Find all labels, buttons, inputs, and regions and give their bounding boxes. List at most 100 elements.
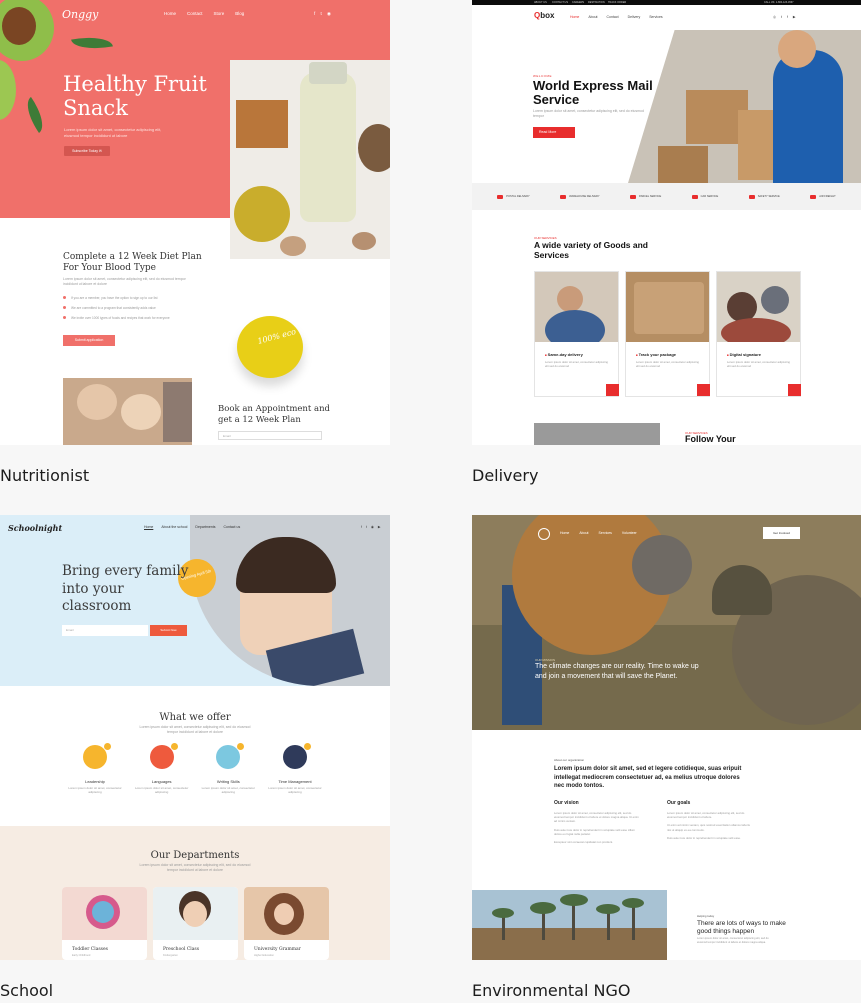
nav-item: Contact (187, 11, 203, 16)
goals-text: Lorem ipsum dolor sit amet, consectetur … (667, 811, 745, 820)
department-sub: Higher Education (254, 954, 274, 957)
hero-button: Submit Now (150, 625, 187, 636)
hero-button: Subscribe Today ✉ (64, 146, 110, 156)
top-bar-item: DESTINATION (588, 1, 605, 4)
template-card-school[interactable]: Schoolnight Home About the school Depart… (0, 515, 390, 1003)
department-cards: Toddler Classes Early Childhood Preschoo… (62, 887, 329, 960)
nav-item: Delivery (627, 15, 641, 19)
nav-item: Home (560, 531, 570, 535)
nav-item: Home (570, 15, 580, 19)
offer-subtitle: Lorem ipsum dolor sit amet, consectetur … (139, 725, 251, 734)
feature-name: Writing Skills (216, 779, 240, 784)
logo-text: box (540, 11, 555, 20)
top-nav: Home About the school Departments Contac… (144, 525, 240, 529)
feature-list: Leadership Lorem ipsum dolor sit amet, c… (62, 743, 328, 794)
template-title[interactable]: Delivery (472, 466, 538, 485)
template-preview-nutritionist[interactable]: Onggy Home Contact Store Blog f t ◉ Heal… (0, 0, 390, 445)
nav-item: About the school (161, 525, 188, 529)
help-title: There are lots of ways to make good thin… (697, 920, 786, 935)
goals-title: Our goals (667, 800, 691, 806)
fruit-label: 100% eco (256, 327, 297, 346)
service-item: CAR SERVICE (691, 194, 718, 199)
truck-icon (497, 194, 504, 199)
service-item: POSTAL DELIVERY (497, 194, 530, 199)
warehouse-icon (560, 194, 567, 199)
template-preview-school[interactable]: Schoolnight Home About the school Depart… (0, 515, 390, 960)
section-title: A wide variety of Goods and Services (534, 240, 648, 260)
clock-icon (282, 743, 311, 769)
car-icon (691, 194, 698, 199)
nav-item: Volunteer (621, 531, 637, 535)
about-lead: Lorem ipsum dolor sit amet, sed et leger… (554, 766, 742, 789)
template-title[interactable]: Environmental NGO (472, 981, 630, 1000)
departments-title: Our Departments (150, 850, 240, 861)
top-nav: Home About Contact Delivery Services (570, 15, 663, 19)
top-bar-phone: CALL US: 1-800-123-4567 (764, 1, 794, 4)
service-card: Digital signature Lorem ipsum dolor sit … (716, 271, 801, 397)
hero-subtitle: Lorem ipsum dolor sit amet, consectetur … (533, 109, 644, 118)
template-title[interactable]: School (0, 981, 53, 1000)
card-title: Track your package (636, 352, 676, 357)
department-card: Preschool Class Kindergarten (153, 887, 238, 960)
template-preview-delivery[interactable]: ABOUT US CONTACT US CAREERS DESTINATION … (472, 0, 861, 445)
help-text: Lorem ipsum dolor sit amet, consectetur … (697, 937, 769, 944)
top-bar-item: CAREERS (572, 1, 585, 4)
smoothie-photo (230, 60, 390, 259)
department-sub: Early Childhood (72, 954, 91, 957)
template-card-nutritionist[interactable]: Onggy Home Contact Store Blog f t ◉ Heal… (0, 0, 390, 490)
hero-quote: The climate changes are our reality. Tim… (535, 663, 699, 680)
email-field: Email (62, 625, 148, 636)
follow-title: Follow Your (685, 434, 736, 444)
nav-item: About (588, 15, 598, 19)
service-card: Track your package Lorem ipsum dolor sit… (625, 271, 710, 397)
plan-title: Complete a 12 Week Diet Plan For Your Bl… (63, 252, 202, 273)
vision-title: Our vision (554, 800, 579, 806)
plan-text: Lorem ipsum dolor sit amet, consectetur … (63, 277, 186, 286)
vision-text: Excepteur sint occaecat cupidatat non pr… (554, 840, 613, 845)
goals-text: Duis aute irure dolor in reprehenderit i… (667, 835, 741, 840)
help-kicker: Helping today (697, 914, 715, 918)
template-preview-environmental-ngo[interactable]: Home About Services Volunteer Get Involv… (472, 515, 861, 960)
list-item: We are committed to a program that consi… (63, 306, 203, 316)
truck-photo (534, 423, 660, 445)
arrow-icon (788, 384, 801, 396)
social-icons: f t ◉ ▶ (361, 525, 383, 529)
plan-button: Submit application (63, 335, 115, 346)
top-bar-item: TRACK ORDER (608, 1, 627, 4)
department-name: Toddler Classes (72, 947, 108, 952)
volunteers-planting-photo (472, 515, 861, 730)
nav-item: Store (213, 11, 225, 16)
vision-column: Our vision Lorem ipsum dolor sit amet, c… (554, 800, 640, 848)
vision-text: Lorem ipsum dolor sit amet, consectetur … (554, 811, 639, 824)
nav-item: Departments (195, 525, 216, 529)
landscape-photo (472, 890, 667, 960)
card-text: Lorem ipsum dolor sit amet, consectetur … (727, 360, 790, 368)
template-title[interactable]: Nutritionist (0, 466, 89, 485)
social-icons: ◎ t f ▶ (773, 15, 798, 19)
top-bar-item: CONTACT US (552, 1, 569, 4)
hero-button: Get Involved (763, 527, 800, 539)
offer-title: What we offer (159, 712, 231, 723)
feature-name: Languages (151, 779, 172, 784)
goals-column: Our goals Lorem ipsum dolor sit amet, co… (667, 800, 753, 844)
service-item: AIR FREIGHT (810, 194, 836, 199)
nav-item: Home (144, 525, 154, 529)
parcel-icon (630, 194, 637, 199)
department-name: University Grammar (254, 947, 301, 952)
about-kicker: About our organization (554, 758, 585, 762)
feature-item: Languages Lorem ipsum dolor sit amet, co… (129, 743, 195, 794)
feature-name: Leadership (85, 779, 105, 784)
departments-subtitle: Lorem ipsum dolor sit amet, consectetur … (139, 863, 251, 872)
department-card: Toddler Classes Early Childhood (62, 887, 147, 960)
feature-item: Leadership Lorem ipsum dolor sit amet, c… (62, 743, 128, 794)
template-card-delivery[interactable]: ABOUT US CONTACT US CAREERS DESTINATION … (472, 0, 861, 490)
card-title: Digital signature (727, 352, 761, 357)
nav-item: Home (164, 11, 177, 16)
shield-icon (748, 194, 755, 199)
goals-text: Ut enim ad minim veniam, quis nostrud ex… (667, 823, 750, 832)
site-logo: Onggy (62, 8, 99, 21)
template-card-environmental-ngo[interactable]: Home About Services Volunteer Get Involv… (472, 515, 861, 1003)
service-item: SAFETY SERVICE (748, 194, 780, 199)
service-cards: Same-day delivery Lorem ipsum dolor sit … (534, 271, 801, 397)
top-bar: ABOUT US CONTACT US CAREERS DESTINATION … (472, 0, 861, 5)
